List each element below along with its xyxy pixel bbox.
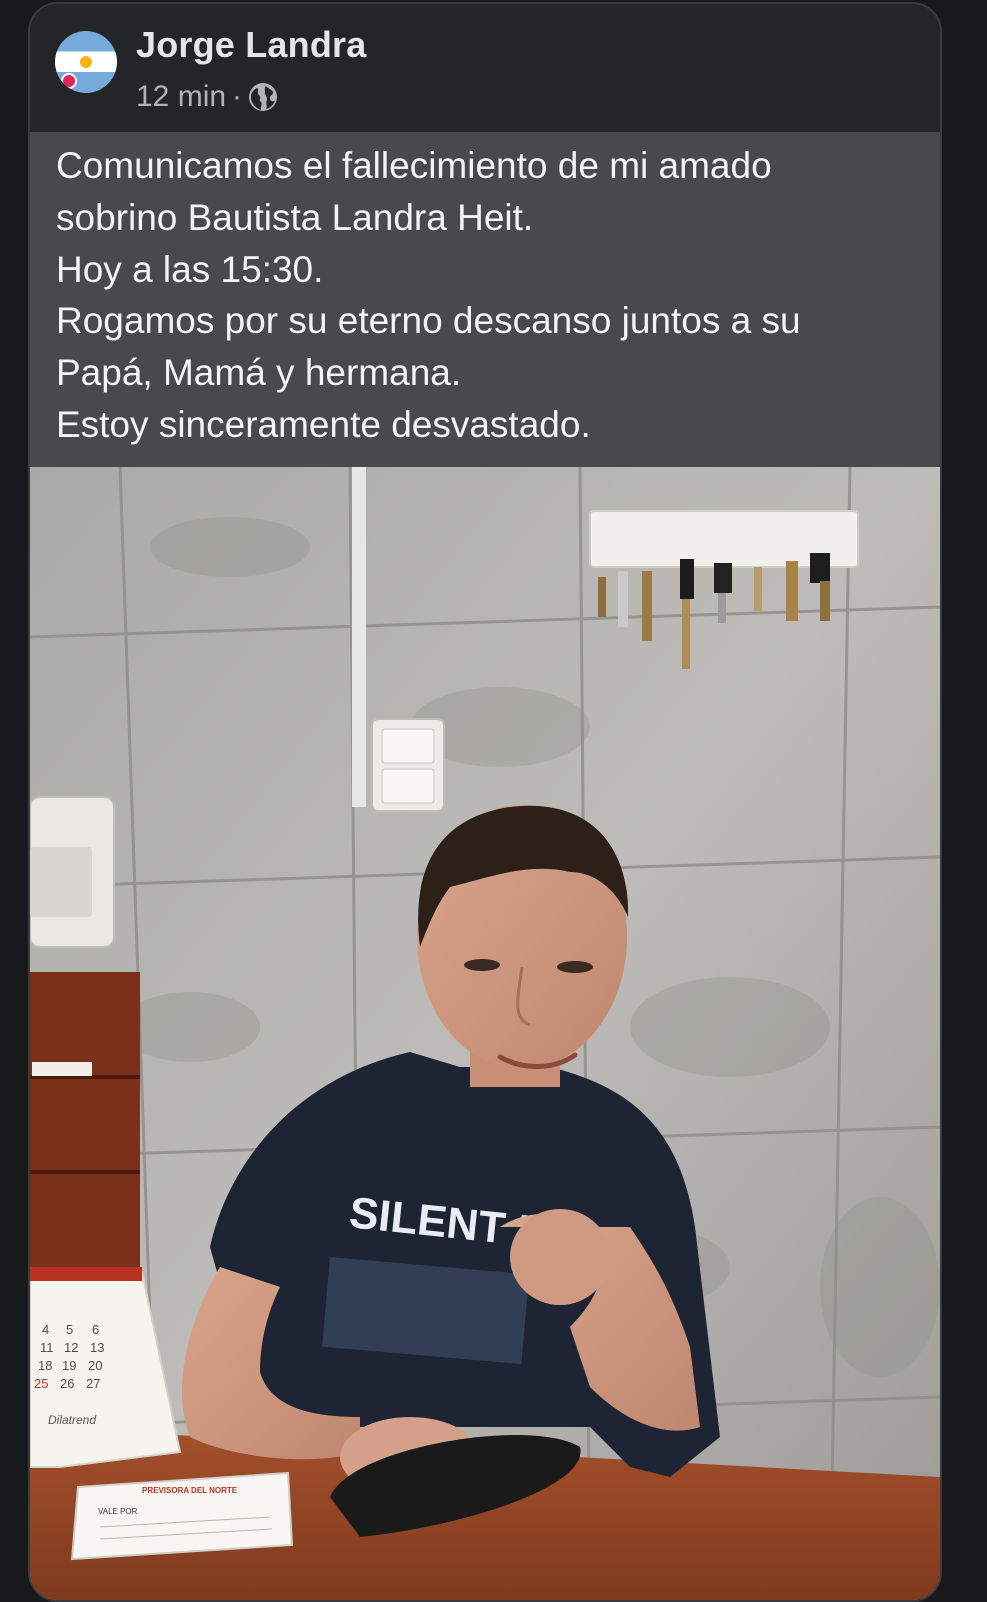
post-timestamp[interactable]: 12 min xyxy=(136,80,226,114)
notepad-label: VALE POR xyxy=(98,1507,138,1516)
boy-right-eye xyxy=(557,961,593,973)
calendar-day: 11 xyxy=(40,1340,54,1355)
boy-left-eye xyxy=(464,959,500,971)
author-avatar[interactable] xyxy=(55,31,117,93)
calendar-day: 25 xyxy=(34,1376,48,1391)
calendar-day: 20 xyxy=(88,1358,102,1373)
post-text-line: Papá, Mamá y hermana. xyxy=(56,352,462,394)
globe-icon[interactable] xyxy=(248,82,278,112)
post-text-line: Hoy a las 15:30. xyxy=(56,248,324,290)
calendar-day: 18 xyxy=(38,1358,52,1373)
boy-fist xyxy=(510,1209,610,1305)
shirt-print-graphic xyxy=(322,1257,530,1365)
calendar-day: 27 xyxy=(86,1376,100,1391)
notepad-header: PREVISORA DEL NORTE xyxy=(142,1486,238,1495)
calendar-day: 19 xyxy=(62,1358,76,1373)
notepad: PREVISORA DEL NORTE VALE POR xyxy=(70,1471,294,1561)
flag-sun-icon xyxy=(80,56,92,68)
author-name[interactable]: Jorge Landra xyxy=(136,24,366,66)
calendar-day: 4 xyxy=(42,1322,49,1337)
post-card: Jorge Landra 12 min · Comunicamos el fal… xyxy=(28,2,942,1602)
meta-separator: · xyxy=(232,80,243,113)
post-header: Jorge Landra 12 min · xyxy=(30,4,940,132)
calendar-day: 13 xyxy=(90,1340,104,1355)
drawer-cabinet xyxy=(30,972,140,1282)
post-text-line: Rogamos por su eterno descanso juntos a … xyxy=(56,300,801,342)
calendar-day: 26 xyxy=(60,1376,74,1391)
post-photo[interactable]: 4 5 6 11 12 13 18 19 20 25 26 27 Dilatre… xyxy=(30,467,940,1600)
photo-illustration: 4 5 6 11 12 13 18 19 20 25 26 27 Dilatre… xyxy=(30,467,940,1600)
post-text-line: Comunicamos el fallecimiento de mi amado xyxy=(56,145,772,186)
post-text-line: Estoy sinceramente desvastado. xyxy=(56,403,591,445)
post-meta: 12 min · xyxy=(136,80,278,114)
calendar-day: 5 xyxy=(66,1322,73,1337)
calendar-day: 6 xyxy=(92,1322,99,1337)
avatar-badge-icon xyxy=(61,73,77,89)
calendar-brand: Dilatrend xyxy=(48,1413,96,1427)
post-text-line: sobrino Bautista Landra Heit. xyxy=(56,196,534,238)
post-text: Comunicamos el fallecimiento de mi amado… xyxy=(30,132,940,467)
calendar-day: 12 xyxy=(64,1340,78,1355)
wall-conduit xyxy=(352,467,366,807)
